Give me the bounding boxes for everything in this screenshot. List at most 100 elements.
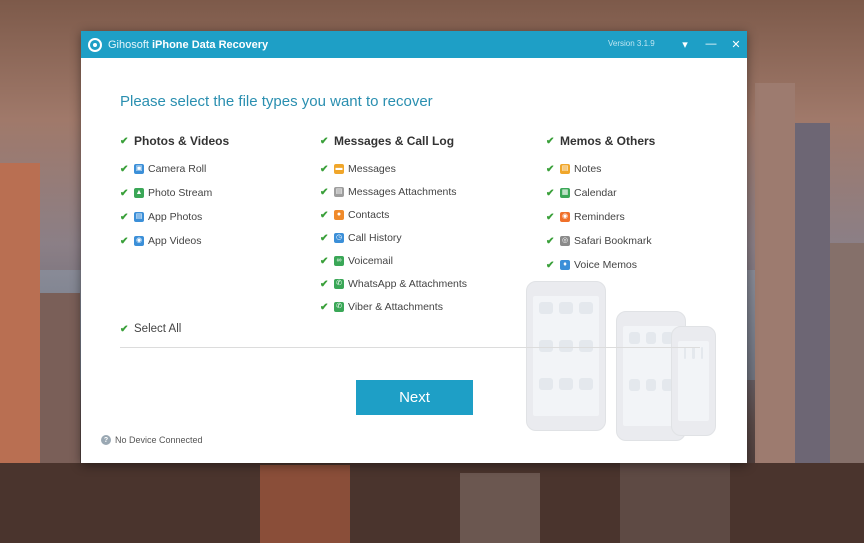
checkbox-icon[interactable]: ✔ xyxy=(320,164,329,174)
checkbox-icon[interactable]: ✔ xyxy=(546,188,555,198)
list-item[interactable]: ✔ ▤ Notes xyxy=(546,163,655,175)
item-label: Voicemail xyxy=(348,255,393,267)
category-header[interactable]: ✔ Messages & Call Log xyxy=(320,134,467,148)
checkbox-icon[interactable]: ✔ xyxy=(120,188,129,198)
checkbox-icon[interactable]: ✔ xyxy=(320,256,329,266)
item-label: Messages Attachments xyxy=(348,186,457,198)
checkbox-icon[interactable]: ✔ xyxy=(120,164,129,174)
background-building xyxy=(620,461,730,543)
call-history-icon: ◷ xyxy=(334,233,344,243)
title-bar[interactable]: Gihosoft iPhone Data Recovery Version 3.… xyxy=(81,31,747,58)
checkbox-icon[interactable]: ✔ xyxy=(120,236,129,246)
item-label: Camera Roll xyxy=(148,163,207,175)
contacts-icon: ● xyxy=(334,210,344,220)
whatsapp-icon: ✆ xyxy=(334,279,344,289)
attachments-icon: ▤ xyxy=(334,187,344,197)
checkbox-icon[interactable]: ✔ xyxy=(120,136,129,146)
category-title: Messages & Call Log xyxy=(334,134,455,148)
list-item[interactable]: ✔ ◉ App Videos xyxy=(120,235,229,247)
list-item[interactable]: ✔ ◎ Safari Bookmark xyxy=(546,235,655,247)
list-item[interactable]: ✔ ▤ App Photos xyxy=(120,211,229,223)
list-item[interactable]: ✔ ▤ Messages Attachments xyxy=(320,186,467,198)
phones-illustration xyxy=(476,271,716,441)
close-button[interactable]: ✕ xyxy=(726,35,746,53)
question-icon[interactable]: ? xyxy=(101,435,111,445)
checkbox-icon[interactable]: ✔ xyxy=(546,164,555,174)
divider xyxy=(120,347,700,348)
page-heading: Please select the file types you want to… xyxy=(120,93,433,110)
item-label: Voice Memos xyxy=(574,259,638,271)
category-header[interactable]: ✔ Memos & Others xyxy=(546,134,655,148)
checkbox-icon[interactable]: ✔ xyxy=(546,236,555,246)
list-item[interactable]: ✔ ▲ Photo Stream xyxy=(120,187,229,199)
brand-name: Gihosoft xyxy=(108,38,149,51)
notes-icon: ▤ xyxy=(560,164,570,174)
category-title: Photos & Videos xyxy=(134,134,230,148)
list-item[interactable]: ✔ ▣ Camera Roll xyxy=(120,163,229,175)
menu-dropdown-button[interactable]: ▾ xyxy=(675,35,695,53)
category-photos-videos: ✔ Photos & Videos ✔ ▣ Camera Roll ✔ ▲ Ph… xyxy=(120,134,229,259)
item-label: Safari Bookmark xyxy=(574,235,652,247)
device-status: ? No Device Connected xyxy=(101,435,203,445)
app-window: Gihosoft iPhone Data Recovery Version 3.… xyxy=(81,31,747,463)
item-label: Calendar xyxy=(574,187,617,199)
checkbox-icon[interactable]: ✔ xyxy=(120,324,129,334)
calendar-icon: ▦ xyxy=(560,188,570,198)
select-all-checkbox[interactable]: ✔ Select All xyxy=(120,323,181,335)
checkbox-icon[interactable]: ✔ xyxy=(320,136,329,146)
checkbox-icon[interactable]: ✔ xyxy=(546,260,555,270)
item-label: Viber & Attachments xyxy=(348,301,443,313)
list-item[interactable]: ✔ ∞ Voicemail xyxy=(320,255,467,267)
checkbox-icon[interactable]: ✔ xyxy=(120,212,129,222)
safari-bookmark-icon: ◎ xyxy=(560,236,570,246)
list-item[interactable]: ✔ ◉ Reminders xyxy=(546,211,655,223)
item-label: App Videos xyxy=(148,235,202,247)
camera-icon: ▣ xyxy=(134,164,144,174)
item-label: App Photos xyxy=(148,211,203,223)
item-label: WhatsApp & Attachments xyxy=(348,278,468,290)
background-building xyxy=(260,465,350,543)
checkbox-icon[interactable]: ✔ xyxy=(320,187,329,197)
checkbox-icon[interactable]: ✔ xyxy=(320,233,329,243)
category-title: Memos & Others xyxy=(560,134,656,148)
background-building xyxy=(460,473,540,543)
voicemail-icon: ∞ xyxy=(334,256,344,266)
voice-memos-icon: ♦ xyxy=(560,260,570,270)
list-item[interactable]: ✔ ▦ Calendar xyxy=(546,187,655,199)
category-messages-call-log: ✔ Messages & Call Log ✔ ▬ Messages ✔ ▤ M… xyxy=(320,134,467,324)
select-all-label: Select All xyxy=(134,323,182,335)
next-button[interactable]: Next xyxy=(356,380,473,415)
checkbox-icon[interactable]: ✔ xyxy=(320,302,329,312)
item-label: Contacts xyxy=(348,209,390,221)
category-memos-others: ✔ Memos & Others ✔ ▤ Notes ✔ ▦ Calendar … xyxy=(546,134,655,283)
app-videos-icon: ◉ xyxy=(134,236,144,246)
item-label: Reminders xyxy=(574,211,625,223)
app-photos-icon: ▤ xyxy=(134,212,144,222)
photo-stream-icon: ▲ xyxy=(134,188,144,198)
list-item[interactable]: ✔ ◷ Call History xyxy=(320,232,467,244)
checkbox-icon[interactable]: ✔ xyxy=(320,279,329,289)
list-item[interactable]: ✔ ✆ Viber & Attachments xyxy=(320,301,467,313)
status-text: No Device Connected xyxy=(115,435,203,445)
item-label: Photo Stream xyxy=(148,187,213,199)
list-item[interactable]: ✔ ♦ Voice Memos xyxy=(546,259,655,271)
messages-icon: ▬ xyxy=(334,164,344,174)
checkbox-icon[interactable]: ✔ xyxy=(320,210,329,220)
app-logo-icon xyxy=(88,37,102,52)
phone-image xyxy=(671,326,716,436)
minimize-button[interactable]: — xyxy=(701,35,721,53)
item-label: Messages xyxy=(348,163,396,175)
checkbox-icon[interactable]: ✔ xyxy=(546,212,555,222)
version-label: Version 3.1.9 xyxy=(608,39,655,48)
background-building xyxy=(0,463,864,543)
list-item[interactable]: ✔ ● Contacts xyxy=(320,209,467,221)
list-item[interactable]: ✔ ✆ WhatsApp & Attachments xyxy=(320,278,467,290)
category-header[interactable]: ✔ Photos & Videos xyxy=(120,134,229,148)
list-item[interactable]: ✔ ▬ Messages xyxy=(320,163,467,175)
reminders-icon: ◉ xyxy=(560,212,570,222)
item-label: Notes xyxy=(574,163,602,175)
checkbox-icon[interactable]: ✔ xyxy=(546,136,555,146)
phone-image xyxy=(526,281,606,431)
item-label: Call History xyxy=(348,232,402,244)
viber-icon: ✆ xyxy=(334,302,344,312)
